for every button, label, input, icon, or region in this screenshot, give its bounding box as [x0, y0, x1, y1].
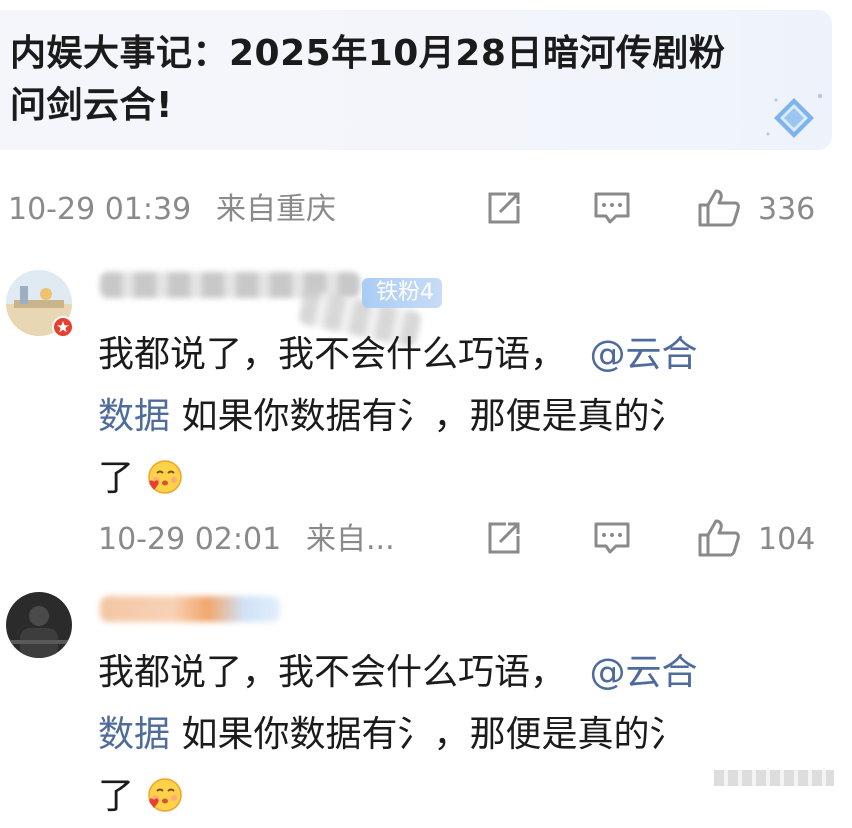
- watermark: [714, 770, 834, 786]
- comment-action-bar: 10-29 02:01 来自... 104: [0, 518, 852, 562]
- comment-line-3: 了: [98, 448, 818, 510]
- smiling-emoji-icon: [148, 460, 183, 494]
- quoted-post-text: 内娱大事记：2025年10月28日暗河传剧粉 问剑云合!: [10, 28, 810, 132]
- diamond-badge-icon: [766, 94, 822, 138]
- post-like-count[interactable]: 336: [758, 192, 815, 228]
- blurred-username[interactable]: [100, 596, 280, 622]
- mention-link-continued[interactable]: 数据: [98, 396, 170, 437]
- comment-line-1: 我都说了，我不会什么巧语， @云合: [98, 324, 818, 386]
- quoted-post-line-2: 问剑云合!: [10, 85, 173, 126]
- comment-text-part: 如果你数据有氵，那便是真的氵: [170, 396, 686, 437]
- like-icon[interactable]: [696, 188, 742, 228]
- post-action-bar: 10-29 01:39 来自重庆 336: [0, 188, 852, 232]
- comment-line-3: 了: [98, 766, 818, 828]
- comment-line-2: 数据 如果你数据有氵，那便是真的氵: [98, 386, 818, 448]
- like-icon[interactable]: [696, 518, 742, 558]
- comment-like-count[interactable]: 104: [758, 522, 815, 558]
- comment-text: 我都说了，我不会什么巧语， @云合 数据 如果你数据有氵，那便是真的氵 了: [98, 642, 818, 828]
- verified-star-icon: [52, 316, 74, 338]
- comment-text-part: 我都说了，我不会什么巧语，: [98, 652, 567, 693]
- comment-line-1: 我都说了，我不会什么巧语， @云合: [98, 642, 818, 704]
- avatar[interactable]: [6, 592, 72, 658]
- post-location: 来自重庆: [216, 192, 336, 227]
- comment-icon[interactable]: [592, 518, 632, 558]
- comment-time: 10-29 02:01: [98, 522, 282, 557]
- mention-link[interactable]: @云合: [589, 334, 697, 375]
- mention-link-continued[interactable]: 数据: [98, 714, 170, 755]
- quoted-post-line-1: 内娱大事记：2025年10月28日暗河传剧粉: [10, 33, 726, 74]
- comment-text-part: 我都说了，我不会什么巧语，: [98, 334, 567, 375]
- share-icon[interactable]: [484, 188, 524, 228]
- comment-line-2: 数据 如果你数据有氵，那便是真的氵: [98, 704, 818, 766]
- fan-level-badge: 铁粉4: [362, 278, 442, 308]
- comment-text-part: 了: [98, 458, 135, 499]
- smiling-emoji-icon: [148, 778, 183, 812]
- quoted-post-card[interactable]: 内娱大事记：2025年10月28日暗河传剧粉 问剑云合!: [0, 10, 832, 150]
- share-icon[interactable]: [484, 518, 524, 558]
- comment-text-part: 了: [98, 776, 135, 817]
- post-time: 10-29 01:39: [8, 192, 192, 227]
- comment-text: 我都说了，我不会什么巧语， @云合 数据 如果你数据有氵，那便是真的氵 了: [98, 324, 818, 510]
- comment-location: 来自...: [306, 522, 395, 557]
- mention-link[interactable]: @云合: [589, 652, 697, 693]
- comment-text-part: 如果你数据有氵，那便是真的氵: [170, 714, 686, 755]
- comment-icon[interactable]: [592, 188, 632, 228]
